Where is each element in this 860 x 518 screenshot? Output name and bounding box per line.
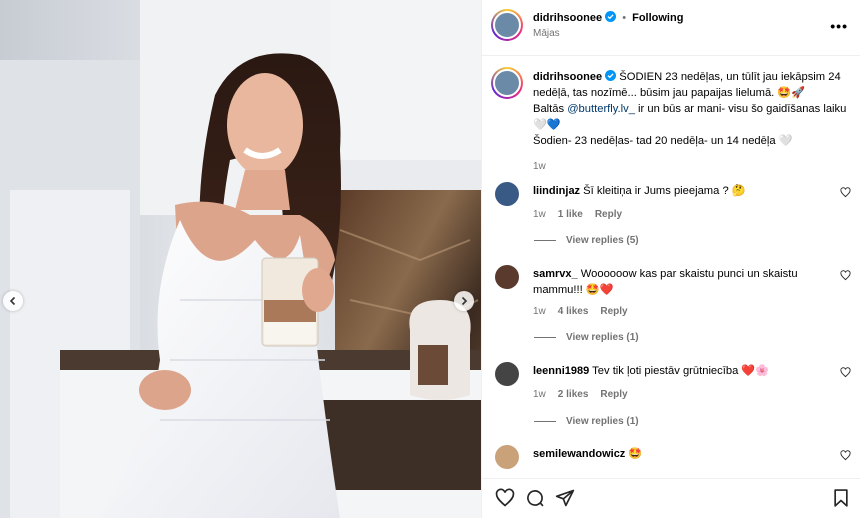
view-replies-button[interactable]: View replies (1) — [534, 332, 639, 343]
comment-body: samrvx_ Woooooow kas par skaistu punci u… — [533, 266, 833, 298]
commenter-avatar[interactable] — [495, 362, 519, 386]
view-replies-button[interactable]: View replies (1) — [534, 416, 639, 427]
verified-badge-icon — [605, 11, 617, 22]
view-replies-label: View replies (1) — [566, 416, 639, 427]
comment-username[interactable]: semilewandowicz — [533, 448, 625, 460]
heart-icon[interactable] — [495, 488, 515, 508]
comment-reply-button[interactable]: Reply — [600, 306, 627, 317]
view-replies-button[interactable]: View replies (5) — [534, 235, 639, 246]
comment-like-heart-icon[interactable] — [840, 367, 851, 378]
carousel-next-button[interactable] — [454, 291, 474, 311]
caption-username[interactable]: didrihsoonee — [533, 71, 602, 83]
comment-text: Tev tik ļoti piestāv grūtniecība ❤️🌸 — [592, 365, 770, 377]
comment-likes[interactable]: 2 likes — [558, 389, 589, 400]
post-actions-bar — [482, 478, 860, 518]
caption-author-avatar[interactable] — [491, 67, 523, 99]
comment-body: liindinjaz Šī kleitiņa ir Jums pieejama … — [533, 183, 833, 199]
comment-likes[interactable]: 1 like — [558, 209, 583, 220]
view-replies-label: View replies (5) — [566, 235, 639, 246]
comment-username[interactable]: leenni1989 — [533, 365, 589, 377]
comment-text: Šī kleitiņa ir Jums pieejama ? 🤔 — [583, 185, 746, 197]
comment-reply-button[interactable]: Reply — [595, 209, 622, 220]
comment-timestamp[interactable]: 1w — [533, 306, 546, 317]
comment-text: 🤩 — [628, 448, 643, 460]
more-options-button[interactable]: ••• — [830, 18, 848, 34]
comment-username[interactable]: liindinjaz — [533, 185, 580, 197]
comment-timestamp[interactable]: 1w — [533, 389, 546, 400]
following-button[interactable]: Following — [632, 12, 683, 24]
comment-body: semilewandowicz 🤩 — [533, 446, 833, 462]
post-caption: didrihsoonee ŠODIEN 23 nedēļas, un tūlīt… — [533, 69, 851, 175]
comment-icon[interactable] — [525, 488, 545, 508]
comment-like-heart-icon[interactable] — [840, 187, 851, 198]
comment-meta: 1w 1 like Reply — [533, 209, 622, 220]
header-separator: • — [622, 12, 627, 24]
verified-badge-icon — [605, 70, 617, 81]
replies-divider — [534, 421, 556, 422]
post-image — [0, 0, 481, 518]
send-icon[interactable] — [555, 488, 575, 508]
bookmark-icon[interactable] — [831, 488, 851, 508]
commenter-avatar[interactable] — [495, 445, 519, 469]
comment-body: leenni1989 Tev tik ļoti piestāv grūtniec… — [533, 363, 833, 379]
caption-text-line2-prefix: Baltās — [533, 103, 568, 115]
comment-like-heart-icon[interactable] — [840, 450, 851, 461]
commenter-avatar[interactable] — [495, 265, 519, 289]
chevron-left-icon — [9, 296, 16, 306]
comment-username[interactable]: samrvx_ — [533, 268, 578, 280]
comment-like-heart-icon[interactable] — [840, 270, 851, 281]
post-side-panel: didrihsoonee • Following Mājas ••• didri… — [481, 0, 860, 518]
replies-divider — [534, 337, 556, 338]
comments-scroll-area[interactable]: didrihsoonee ŠODIEN 23 nedēļas, un tūlīt… — [482, 57, 860, 477]
caption-mention-link[interactable]: @butterfly.lv_ — [567, 103, 635, 115]
author-avatar[interactable] — [491, 9, 523, 41]
post-header: didrihsoonee • Following Mājas ••• — [482, 0, 860, 56]
comment-reply-button[interactable]: Reply — [600, 389, 627, 400]
commenter-avatar[interactable] — [495, 182, 519, 206]
caption-timestamp[interactable]: 1w — [533, 159, 851, 175]
post-location[interactable]: Mājas — [533, 28, 560, 39]
comment-meta: 1w 4 likes Reply — [533, 306, 628, 317]
replies-divider — [534, 240, 556, 241]
comment-likes[interactable]: 4 likes — [558, 306, 589, 317]
chevron-right-icon — [461, 296, 468, 306]
carousel-prev-button[interactable] — [3, 291, 23, 311]
view-replies-label: View replies (1) — [566, 332, 639, 343]
comment-timestamp[interactable]: 1w — [533, 209, 546, 220]
comment-meta: 1w 2 likes Reply — [533, 389, 628, 400]
caption-text-line3: Šodien- 23 nedēļas- tad 20 nedēļa- un 14… — [533, 135, 793, 147]
post-photo[interactable] — [0, 0, 481, 518]
author-username[interactable]: didrihsoonee — [533, 12, 602, 24]
